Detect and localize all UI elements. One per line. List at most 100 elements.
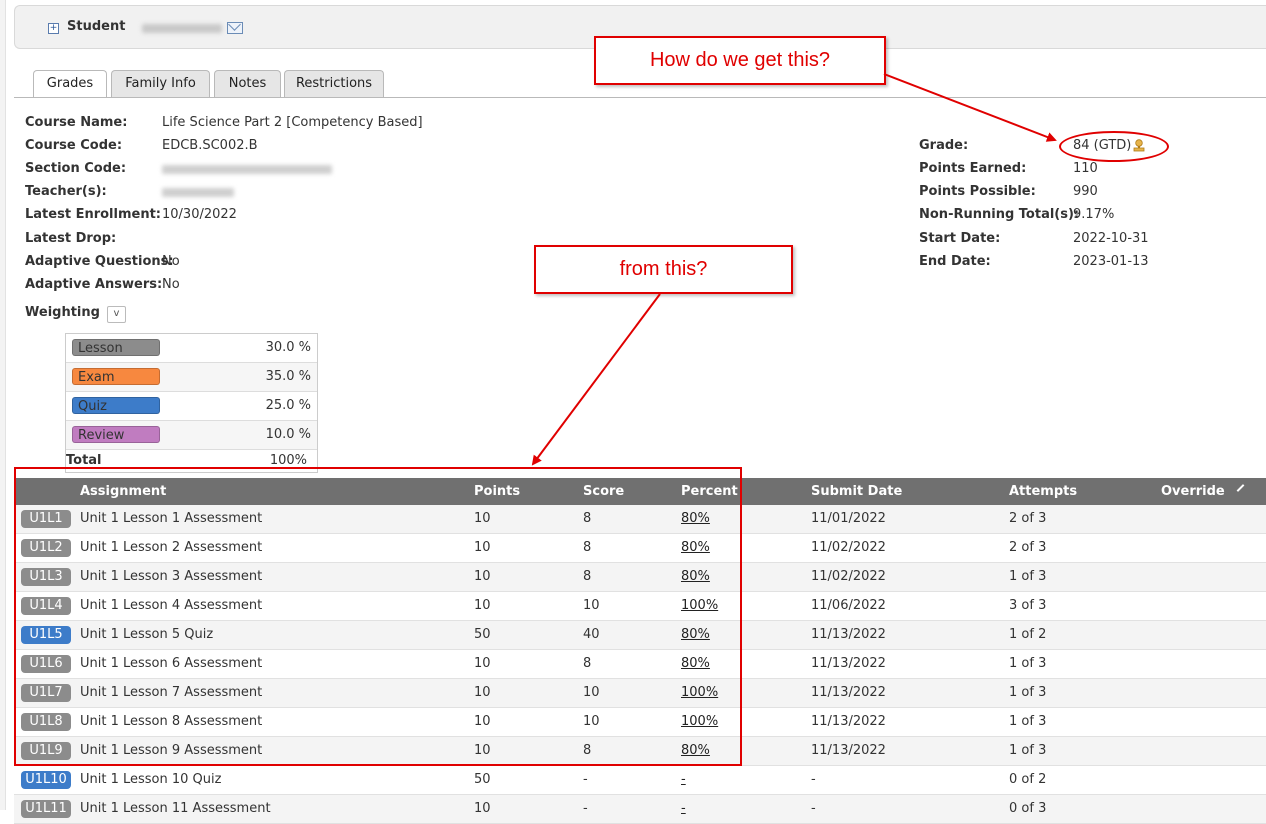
points-cell: 10 <box>474 540 491 555</box>
points-cell: 10 <box>474 685 491 700</box>
points-earned-value: 110 <box>1073 161 1098 176</box>
assignment-code-badge: U1L10 <box>21 771 71 789</box>
tab-grades[interactable]: Grades <box>33 70 107 98</box>
student-name-redacted <box>142 24 222 33</box>
header-points[interactable]: Points <box>474 484 520 499</box>
drop-label: Latest Drop: <box>25 231 117 246</box>
tab-family-info[interactable]: Family Info <box>111 70 210 97</box>
header-override[interactable]: Override <box>1161 484 1225 499</box>
submit-date-cell: - <box>811 801 816 816</box>
points-possible-label: Points Possible: <box>919 184 1036 199</box>
submit-date-cell: 11/13/2022 <box>811 627 886 642</box>
arrow-to-grade <box>883 73 1057 142</box>
weight-total-value: 100% <box>269 453 307 468</box>
submit-date-cell: 11/13/2022 <box>811 685 886 700</box>
weight-percent: 30.0 % <box>265 340 311 355</box>
header-submit-date[interactable]: Submit Date <box>811 484 902 499</box>
table-row[interactable]: U1L6 Unit 1 Lesson 6 Assessment 10 8 80% 11/1… <box>14 650 1266 679</box>
points-cell: 10 <box>474 801 491 816</box>
pencil-icon[interactable] <box>1236 484 1245 492</box>
percent-cell[interactable]: 100% <box>681 714 718 729</box>
weight-category-exam: Exam <box>72 368 160 385</box>
attempts-cell: 0 of 2 <box>1009 772 1047 787</box>
end-date-label: End Date: <box>919 254 991 269</box>
percent-cell[interactable]: 80% <box>681 743 710 758</box>
submit-date-cell: 11/02/2022 <box>811 569 886 584</box>
attempts-cell: 2 of 3 <box>1009 511 1047 526</box>
percent-cell[interactable]: - <box>681 772 686 787</box>
table-row[interactable]: U1L10 Unit 1 Lesson 10 Quiz 50 - - - 0 of 2 <box>14 766 1266 795</box>
table-row[interactable]: U1L4 Unit 1 Lesson 4 Assessment 10 10 100% 11… <box>14 592 1266 621</box>
adaptive-answers-value: No <box>162 277 180 292</box>
assignment-code-badge: U1L4 <box>21 597 71 615</box>
table-row[interactable]: U1L1 Unit 1 Lesson 1 Assessment 10 8 80% 11/0… <box>14 505 1266 534</box>
attempts-cell: 1 of 3 <box>1009 569 1047 584</box>
header-score[interactable]: Score <box>583 484 624 499</box>
enrollment-value: 10/30/2022 <box>162 207 237 222</box>
percent-cell[interactable]: 80% <box>681 627 710 642</box>
table-row[interactable]: U1L5 Unit 1 Lesson 5 Quiz 50 40 80% 11/13/202… <box>14 621 1266 650</box>
course-name-value: Life Science Part 2 [Competency Based] <box>162 115 423 130</box>
adaptive-questions-label: Adaptive Questions: <box>25 254 174 269</box>
table-row[interactable]: U1L2 Unit 1 Lesson 2 Assessment 10 8 80% 11/0… <box>14 534 1266 563</box>
table-row[interactable]: U1L8 Unit 1 Lesson 8 Assessment 10 10 100% 11… <box>14 708 1266 737</box>
envelope-icon[interactable] <box>227 22 243 34</box>
score-cell: - <box>583 772 588 787</box>
percent-cell[interactable]: 80% <box>681 569 710 584</box>
weight-percent: 10.0 % <box>265 427 311 442</box>
score-cell: 8 <box>583 569 592 584</box>
assignment-code-badge: U1L7 <box>21 684 71 702</box>
header-attempts[interactable]: Attempts <box>1009 484 1077 499</box>
adaptive-answers-label: Adaptive Answers: <box>25 277 163 292</box>
assignment-name: Unit 1 Lesson 5 Quiz <box>80 627 214 642</box>
weighting-label: Weighting <box>25 305 100 320</box>
course-code-label: Course Code: <box>25 138 123 153</box>
score-cell: 10 <box>583 685 600 700</box>
teacher-label: Teacher(s): <box>25 184 107 199</box>
grid-header: Assignment Points Score Percent Submit D… <box>14 478 1266 505</box>
points-cell: 10 <box>474 598 491 613</box>
attempts-cell: 1 of 3 <box>1009 685 1047 700</box>
header-percent[interactable]: Percent <box>681 484 738 499</box>
assignment-name: Unit 1 Lesson 7 Assessment <box>80 685 263 700</box>
attempts-cell: 1 of 2 <box>1009 627 1047 642</box>
points-earned-label: Points Earned: <box>919 161 1027 176</box>
tab-restrictions[interactable]: Restrictions <box>284 70 384 97</box>
expand-plus-icon[interactable]: + <box>48 23 59 34</box>
points-cell: 50 <box>474 627 491 642</box>
submit-date-cell: 11/01/2022 <box>811 511 886 526</box>
assignment-name: Unit 1 Lesson 3 Assessment <box>80 569 263 584</box>
attempts-cell: 1 of 3 <box>1009 656 1047 671</box>
percent-cell[interactable]: 80% <box>681 511 710 526</box>
table-row[interactable]: U1L7 Unit 1 Lesson 7 Assessment 10 10 100% 11… <box>14 679 1266 708</box>
score-cell: 40 <box>583 627 600 642</box>
percent-cell[interactable]: 80% <box>681 540 710 555</box>
assignment-code-badge: U1L3 <box>21 568 71 586</box>
points-possible-value: 990 <box>1073 184 1098 199</box>
submit-date-cell: - <box>811 772 816 787</box>
percent-cell[interactable]: 80% <box>681 656 710 671</box>
callout-from-this: from this? <box>534 245 793 294</box>
weight-total-label: Total <box>66 453 102 468</box>
percent-cell[interactable]: 100% <box>681 685 718 700</box>
table-row[interactable]: U1L9 Unit 1 Lesson 9 Assessment 10 8 80% 11/1… <box>14 737 1266 766</box>
tab-notes[interactable]: Notes <box>214 70 281 97</box>
points-cell: 10 <box>474 569 491 584</box>
percent-cell[interactable]: 100% <box>681 598 718 613</box>
score-cell: 10 <box>583 598 600 613</box>
points-cell: 10 <box>474 656 491 671</box>
weight-percent: 35.0 % <box>265 369 311 384</box>
end-date-value: 2023-01-13 <box>1073 254 1149 269</box>
callout-how-do-we-get-this: How do we get this? <box>594 36 886 85</box>
table-row[interactable]: U1L3 Unit 1 Lesson 3 Assessment 10 8 80% 11/0… <box>14 563 1266 592</box>
weight-row-review: Review 10.0 % <box>66 421 317 450</box>
score-cell: 8 <box>583 743 592 758</box>
header-assignment[interactable]: Assignment <box>80 484 166 499</box>
course-name-label: Course Name: <box>25 115 128 130</box>
percent-cell[interactable]: - <box>681 801 686 816</box>
assignment-code-badge: U1L2 <box>21 539 71 557</box>
attempts-cell: 3 of 3 <box>1009 598 1047 613</box>
submit-date-cell: 11/02/2022 <box>811 540 886 555</box>
weighting-toggle-chevron-down-icon[interactable]: v <box>107 306 126 323</box>
weight-category-lesson: Lesson <box>72 339 160 356</box>
